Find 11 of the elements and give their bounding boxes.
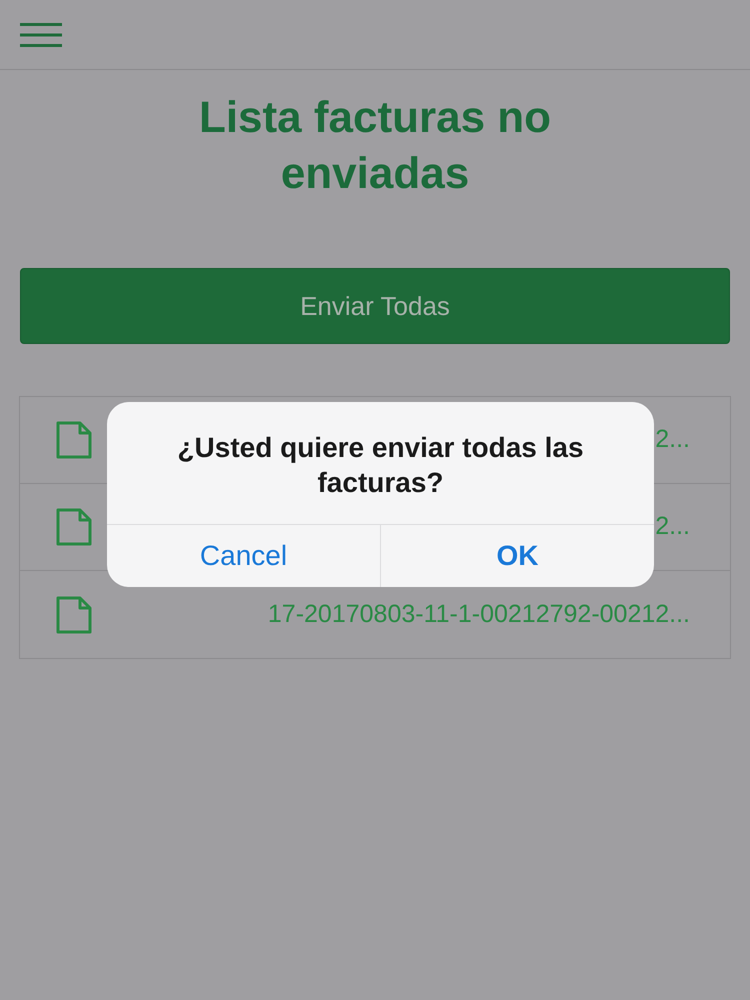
menu-icon[interactable] — [20, 22, 62, 48]
invoice-name: 2... — [655, 511, 690, 542]
send-all-button[interactable]: Enviar Todas — [20, 268, 730, 344]
invoice-name: 2... — [655, 424, 690, 456]
page-title: Lista facturas no enviadas — [198, 92, 552, 200]
dialog-message: ¿Usted quiere enviar todas las facturas? — [176, 431, 585, 500]
document-icon — [56, 421, 92, 459]
dialog-button[interactable]: OK — [380, 525, 654, 587]
invoice-name: 17-20170803-11-1-00212792-00212... — [268, 598, 690, 630]
document-icon — [56, 596, 92, 634]
document-icon — [56, 508, 92, 546]
